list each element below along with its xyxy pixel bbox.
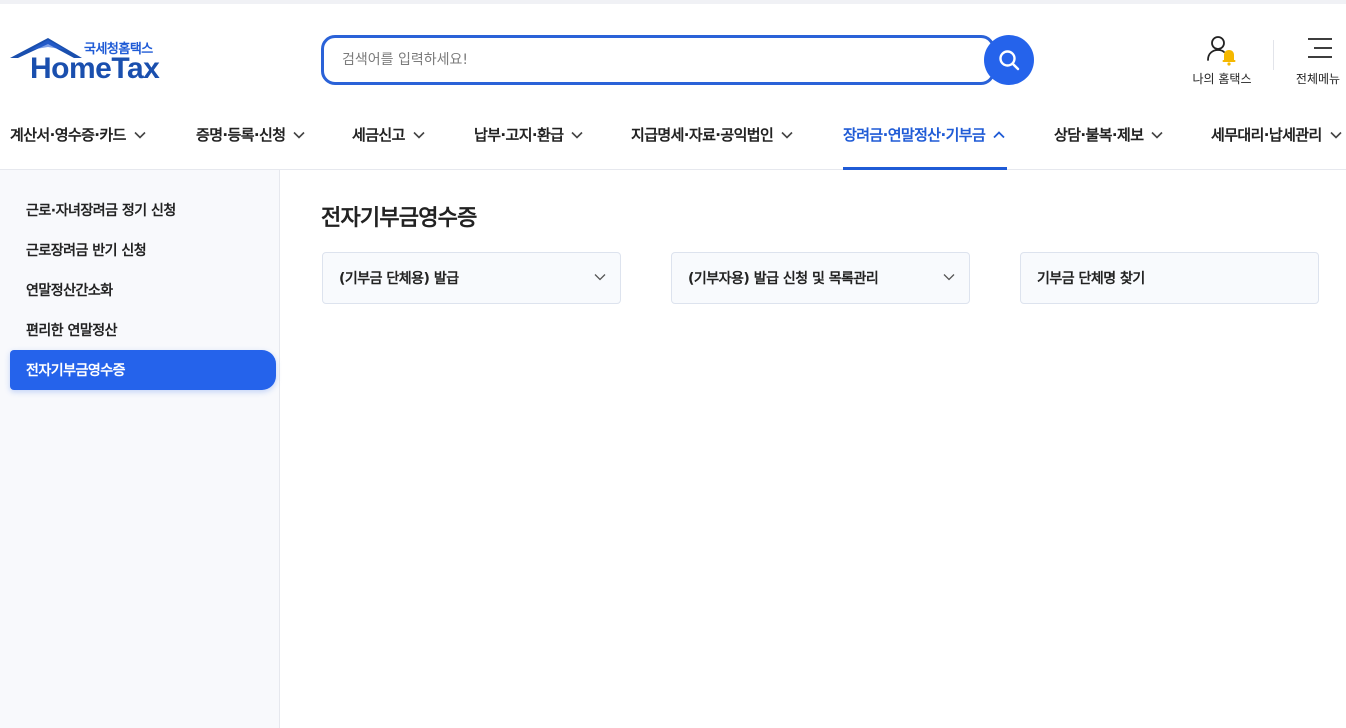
sidebar-item-earned-income-half[interactable]: 근로장려금 반기 신청	[10, 230, 276, 270]
nav-item-label: 상담·불복·제보	[1054, 126, 1144, 144]
chevron-down-icon	[293, 131, 305, 139]
all-menu-button[interactable]: 전체메뉴	[1290, 34, 1346, 90]
card-find-organization[interactable]: 기부금 단체명 찾기	[1020, 252, 1319, 304]
header-divider	[1273, 40, 1274, 70]
card-organization-issue[interactable]: (기부금 단체용) 발급	[322, 252, 621, 304]
all-menu-label: 전체메뉴	[1295, 72, 1341, 86]
chevron-up-icon	[993, 130, 1005, 138]
card-label: (기부자용) 발급 신청 및 목록관리	[688, 271, 879, 287]
hamburger-icon	[1308, 38, 1332, 58]
chevron-down-icon	[1330, 131, 1342, 139]
header: 국세청홈택스 HomeTax 나의 홈택스 전체메뉴	[0, 4, 1346, 100]
chevron-down-icon	[1151, 131, 1163, 139]
page-title: 전자기부금영수증	[321, 206, 477, 231]
chevron-down-icon	[594, 274, 606, 281]
card-label: 기부금 단체명 찾기	[1037, 271, 1145, 287]
nav-item-consult[interactable]: 상담·불복·제보	[1054, 100, 1163, 169]
card-label: (기부금 단체용) 발급	[339, 271, 459, 287]
chevron-down-icon	[134, 131, 146, 139]
hometax-logo[interactable]: 국세청홈택스 HomeTax	[10, 36, 165, 88]
search-icon	[999, 50, 1020, 71]
sidebar-item-year-end-simplified[interactable]: 연말정산간소화	[10, 270, 276, 310]
search-button[interactable]	[984, 35, 1034, 85]
nav-item-label: 계산서·영수증·카드	[10, 126, 126, 144]
nav-item-invoice[interactable]: 계산서·영수증·카드	[10, 100, 146, 169]
nav-item-statement[interactable]: 지급명세·자료·공익법인	[631, 100, 793, 169]
logo-wordmark: HomeTax	[30, 52, 160, 85]
chevron-down-icon	[571, 131, 583, 139]
sidebar-item-donation-receipt[interactable]: 전자기부금영수증	[10, 350, 276, 390]
chevron-down-icon	[781, 131, 793, 139]
nav-item-label: 지급명세·자료·공익법인	[631, 126, 774, 144]
sidebar: 근로·자녀장려금 정기 신청 근로장려금 반기 신청 연말정산간소화 편리한 연…	[0, 170, 280, 728]
user-bell-icon	[1207, 36, 1236, 66]
nav-item-tax-report[interactable]: 세금신고	[352, 100, 425, 169]
main-nav: 계산서·영수증·카드 증명·등록·신청 세금신고 납부·고지·환급 지급명세·자…	[0, 100, 1346, 170]
my-hometax-button[interactable]: 나의 홈택스	[1184, 34, 1260, 90]
sidebar-item-convenient-year-end[interactable]: 편리한 연말정산	[10, 310, 276, 350]
nav-item-label: 증명·등록·신청	[196, 126, 286, 144]
card-donor-issue[interactable]: (기부자용) 발급 신청 및 목록관리	[671, 252, 970, 304]
nav-item-label: 장려금·연말정산·기부금	[843, 126, 986, 144]
sidebar-item-earned-income-regular[interactable]: 근로·자녀장려금 정기 신청	[10, 190, 276, 230]
chevron-down-icon	[943, 274, 955, 281]
nav-item-payment[interactable]: 납부·고지·환급	[474, 100, 583, 169]
nav-item-agent[interactable]: 세무대리·납세관리	[1211, 100, 1342, 169]
nav-item-label: 세무대리·납세관리	[1211, 126, 1322, 144]
nav-item-incentive[interactable]: 장려금·연말정산·기부금	[843, 100, 1007, 170]
search-input[interactable]	[342, 38, 962, 82]
chevron-down-icon	[413, 131, 425, 139]
nav-item-certificate[interactable]: 증명·등록·신청	[196, 100, 305, 169]
nav-item-label: 납부·고지·환급	[474, 126, 564, 144]
search-box	[321, 35, 995, 85]
my-hometax-label: 나의 홈택스	[1192, 72, 1252, 86]
nav-item-label: 세금신고	[352, 126, 405, 144]
